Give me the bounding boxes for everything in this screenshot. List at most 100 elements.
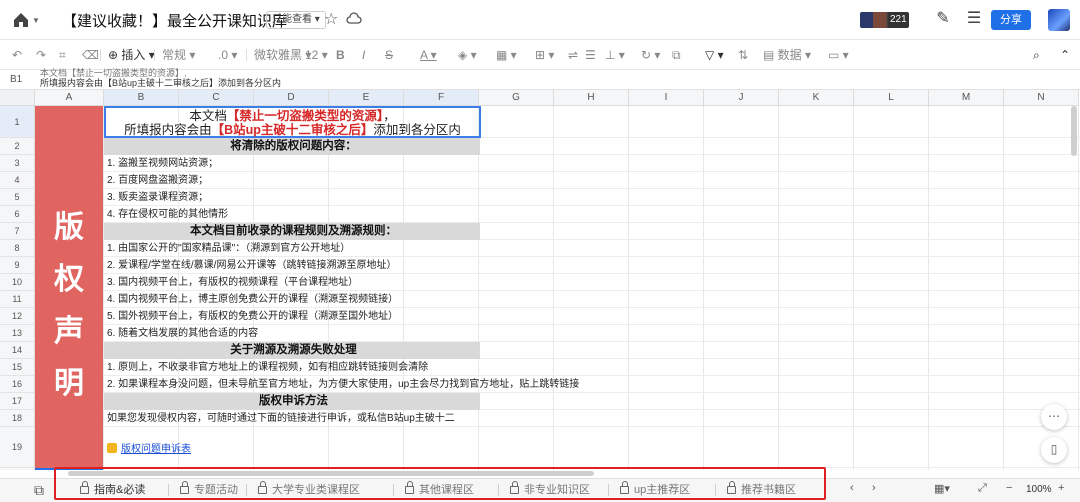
prev-sheet-icon[interactable]: ‹: [850, 482, 854, 494]
row-header-8[interactable]: 8: [0, 240, 35, 257]
undo-icon[interactable]: ↶: [12, 47, 22, 63]
search-icon[interactable]: ⌕: [1033, 47, 1040, 63]
cell-text[interactable]: 2. 如果课程本身没问题，但未导航至官方地址，为方便大家使用，up主会尽力找到官…: [104, 376, 579, 393]
row-header-7[interactable]: 7: [0, 223, 35, 240]
column-header-m[interactable]: M: [929, 90, 1004, 106]
filter-icon[interactable]: ▽ ▾: [705, 47, 724, 63]
grid-view-icon[interactable]: ▦▾: [934, 482, 950, 495]
merge-cells-icon[interactable]: ⊞ ▾: [535, 47, 554, 63]
link-icon[interactable]: ⧉: [672, 47, 681, 63]
more-options-icon[interactable]: ⋯: [1041, 404, 1067, 430]
row-header-4[interactable]: 4: [0, 172, 35, 189]
column-header-j[interactable]: J: [704, 90, 779, 106]
cell-text[interactable]: 6. 随着文档发展的其他合适的内容: [104, 325, 480, 342]
cell-text[interactable]: 3. 贩卖盗录课程资源；: [104, 189, 480, 206]
column-header-a[interactable]: A: [35, 90, 104, 106]
formula-line-2[interactable]: 所填报内容会由【B站up主破十二审核之后】添加到各分区内: [40, 78, 281, 89]
column-header-b[interactable]: B: [104, 90, 179, 106]
user-avatar[interactable]: [1048, 9, 1070, 31]
copyright-banner[interactable]: 版 权 声 明: [35, 106, 103, 470]
zoom-out-icon[interactable]: −: [1006, 482, 1012, 494]
align-icon[interactable]: ☰: [585, 47, 596, 63]
border-icon[interactable]: ▦ ▾: [496, 47, 517, 63]
section-header[interactable]: 将清除的版权问题内容：: [104, 138, 480, 155]
fullscreen-icon[interactable]: ⤢: [978, 482, 987, 495]
row-header-12[interactable]: 12: [0, 308, 35, 325]
share-button[interactable]: 分享: [991, 10, 1031, 30]
number-format-select[interactable]: 常规 ▾: [162, 47, 195, 63]
cell-text[interactable]: 2. 爱课程/学堂在线/慕课/网易公开课等（跳转链接溯源至原地址）: [104, 257, 480, 274]
section-header[interactable]: 本文档目前收录的课程规则及溯源规则：: [104, 223, 480, 240]
row-header-3[interactable]: 3: [0, 155, 35, 172]
row-header-6[interactable]: 6: [0, 206, 35, 223]
readonly-badge[interactable]: 只能查看 ▾: [266, 11, 326, 29]
edit-note-icon[interactable]: ✎: [934, 10, 952, 28]
italic-icon[interactable]: I: [362, 47, 365, 63]
row-header-17[interactable]: 17: [0, 393, 35, 410]
row-header-18[interactable]: 18: [0, 410, 35, 427]
cell-text[interactable]: 1. 盗搬至视频网站资源；: [104, 155, 480, 172]
decimal-select[interactable]: .0 ▾: [218, 47, 237, 63]
spreadsheet-grid[interactable]: ABCDEFGHIJKLMN 1 2 3 4 5 6 7 8 9 10 11 12 13 14 15 16 17…: [0, 90, 1080, 470]
collapse-toolbar-icon[interactable]: ⌃: [1060, 47, 1070, 63]
sheet-tab[interactable]: 指南&必读: [80, 481, 145, 498]
format-painter-icon[interactable]: ⌗: [59, 47, 66, 63]
bold-icon[interactable]: B: [336, 47, 345, 63]
redo-icon[interactable]: ↷: [36, 47, 46, 63]
appeal-form-link[interactable]: 版权问题申诉表: [107, 440, 191, 455]
row-header-1[interactable]: 1: [0, 106, 35, 138]
view-icon[interactable]: ▭ ▾: [828, 47, 849, 63]
strikethrough-icon[interactable]: S: [385, 47, 393, 63]
text-rotate-icon[interactable]: ↻ ▾: [641, 47, 660, 63]
row-header-16[interactable]: 16: [0, 376, 35, 393]
row-header-9[interactable]: 9: [0, 257, 35, 274]
home-icon[interactable]: [12, 11, 30, 29]
cell-text[interactable]: 如果您发现侵权内容，可随时通过下面的链接进行申诉，或私信B站up主破十二: [104, 410, 480, 427]
section-header[interactable]: 版权申诉方法: [104, 393, 480, 410]
column-header-i[interactable]: I: [629, 90, 704, 106]
zoom-level[interactable]: 100%: [1026, 484, 1052, 495]
column-header-k[interactable]: K: [779, 90, 854, 106]
insert-button[interactable]: ⊕ 插入 ▾: [108, 47, 155, 63]
sheet-tab[interactable]: 非专业知识区: [510, 481, 590, 498]
menu-icon[interactable]: ☰: [965, 10, 983, 28]
sheet-list-icon[interactable]: ⧉: [34, 482, 44, 499]
sheet-tab[interactable]: 大学专业类课程区: [258, 481, 360, 498]
document-title[interactable]: 【建议收藏！】最全公开课知识库: [62, 10, 287, 31]
clear-format-icon[interactable]: ⌫: [82, 47, 99, 63]
font-family-select[interactable]: 微软雅黑 ▾: [254, 47, 311, 63]
sheet-tab[interactable]: up主推荐区: [620, 481, 690, 498]
select-all-corner[interactable]: [0, 90, 35, 106]
row-header-5[interactable]: 5: [0, 189, 35, 206]
row-header-19[interactable]: 19: [0, 427, 35, 468]
formula-line-1[interactable]: 本文档【禁止一切盗搬类型的资源】,: [40, 68, 187, 78]
column-header-d[interactable]: D: [254, 90, 329, 106]
comment-panel-icon[interactable]: ▯: [1041, 437, 1067, 463]
cell-text[interactable]: 4. 存在侵权可能的其他情形: [104, 206, 480, 223]
sheet-tab[interactable]: 专题活动: [180, 481, 238, 498]
row-header-11[interactable]: 11: [0, 291, 35, 308]
column-header-n[interactable]: N: [1004, 90, 1079, 106]
cell-text[interactable]: 5. 国外视频平台上，有版权的免费公开的课程（溯源至国外地址）: [104, 308, 480, 325]
fill-color-icon[interactable]: ◈ ▾: [458, 47, 477, 63]
sheet-tab[interactable]: 推荐书籍区: [727, 481, 796, 498]
cell-text[interactable]: 1. 原则上，不收录非官方地址上的课程视频，如有相应跳转链接则会清除: [104, 359, 480, 376]
column-header-h[interactable]: H: [554, 90, 629, 106]
cell-text[interactable]: 3. 国内视频平台上，有版权的视频课程（平台课程地址）: [104, 274, 480, 291]
column-header-e[interactable]: E: [329, 90, 404, 106]
data-menu[interactable]: ▤ 数据 ▾: [763, 47, 811, 63]
cell-text[interactable]: 1. 由国家公开的"国家精品课"：（溯源到官方公开地址）: [104, 240, 480, 257]
collaborator-count[interactable]: 221: [888, 12, 909, 28]
row-header-2[interactable]: 2: [0, 138, 35, 155]
sheet-tab[interactable]: 其他课程区: [405, 481, 474, 498]
column-header-l[interactable]: L: [854, 90, 929, 106]
cell-reference[interactable]: B1: [10, 74, 22, 85]
cloud-sync-icon[interactable]: [346, 11, 362, 27]
section-header[interactable]: 关于溯源及溯源失败处理: [104, 342, 480, 359]
next-sheet-icon[interactable]: ›: [872, 482, 876, 494]
cell-text[interactable]: 2. 百度网盘盗搬资源；: [104, 172, 480, 189]
wrap-text-icon[interactable]: ⇌: [568, 47, 578, 63]
selected-cell-b1[interactable]: 本文档【禁止一切盗搬类型的资源】， 所填报内容会由【B站up主破十二审核之后】添…: [104, 106, 481, 138]
column-header-c[interactable]: C: [179, 90, 254, 106]
column-header-g[interactable]: G: [479, 90, 554, 106]
